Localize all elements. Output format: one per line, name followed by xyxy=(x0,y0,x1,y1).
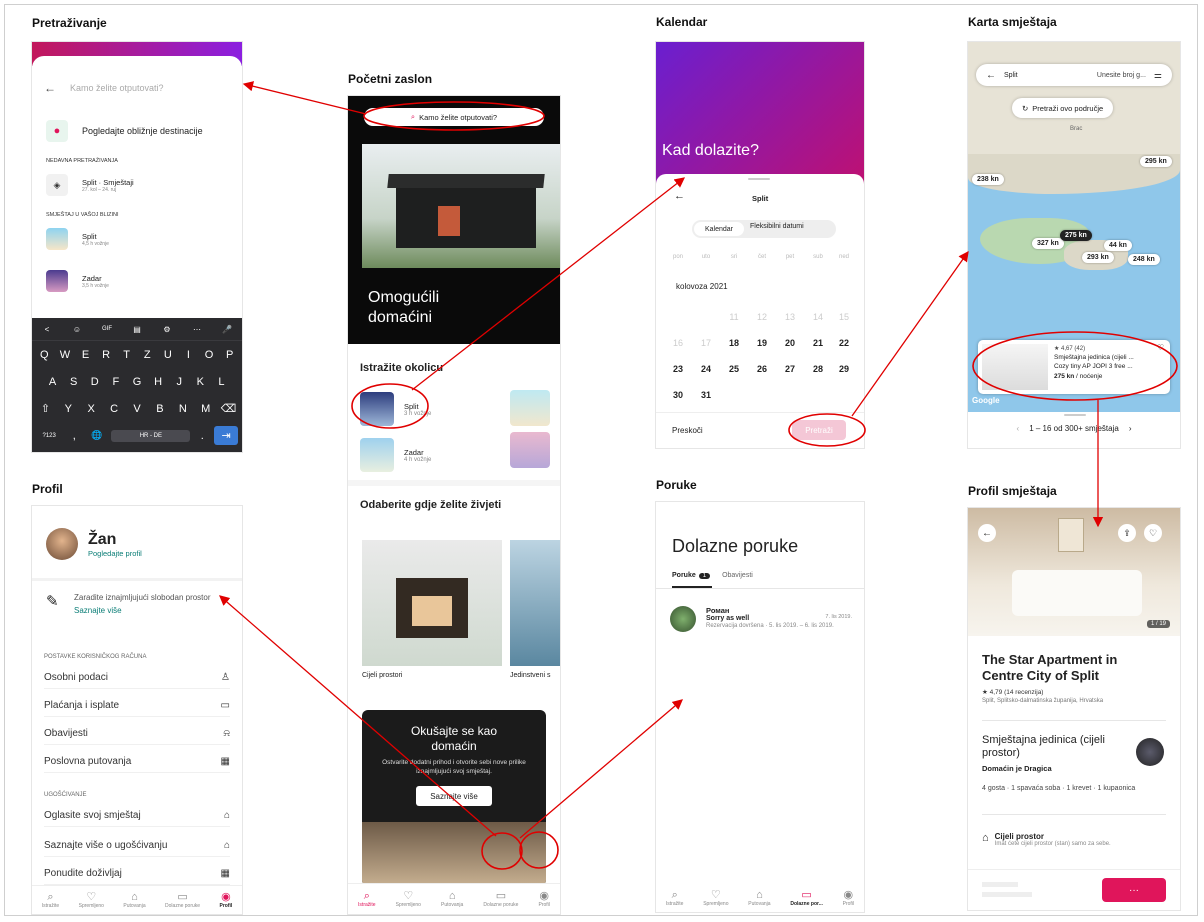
flow-arrow xyxy=(219,595,497,837)
annotation-layer xyxy=(219,81,1178,870)
flow-arrow xyxy=(411,177,686,391)
flow-arrow xyxy=(519,699,683,839)
highlight-ellipse xyxy=(363,101,545,131)
highlight-ellipse xyxy=(481,832,523,870)
flow-arrow xyxy=(242,81,367,115)
highlight-ellipse xyxy=(519,831,559,869)
highlight-ellipse xyxy=(972,331,1178,401)
flow-arrow xyxy=(851,250,969,417)
highlight-ellipse xyxy=(351,383,429,429)
highlight-ellipse xyxy=(788,413,866,447)
